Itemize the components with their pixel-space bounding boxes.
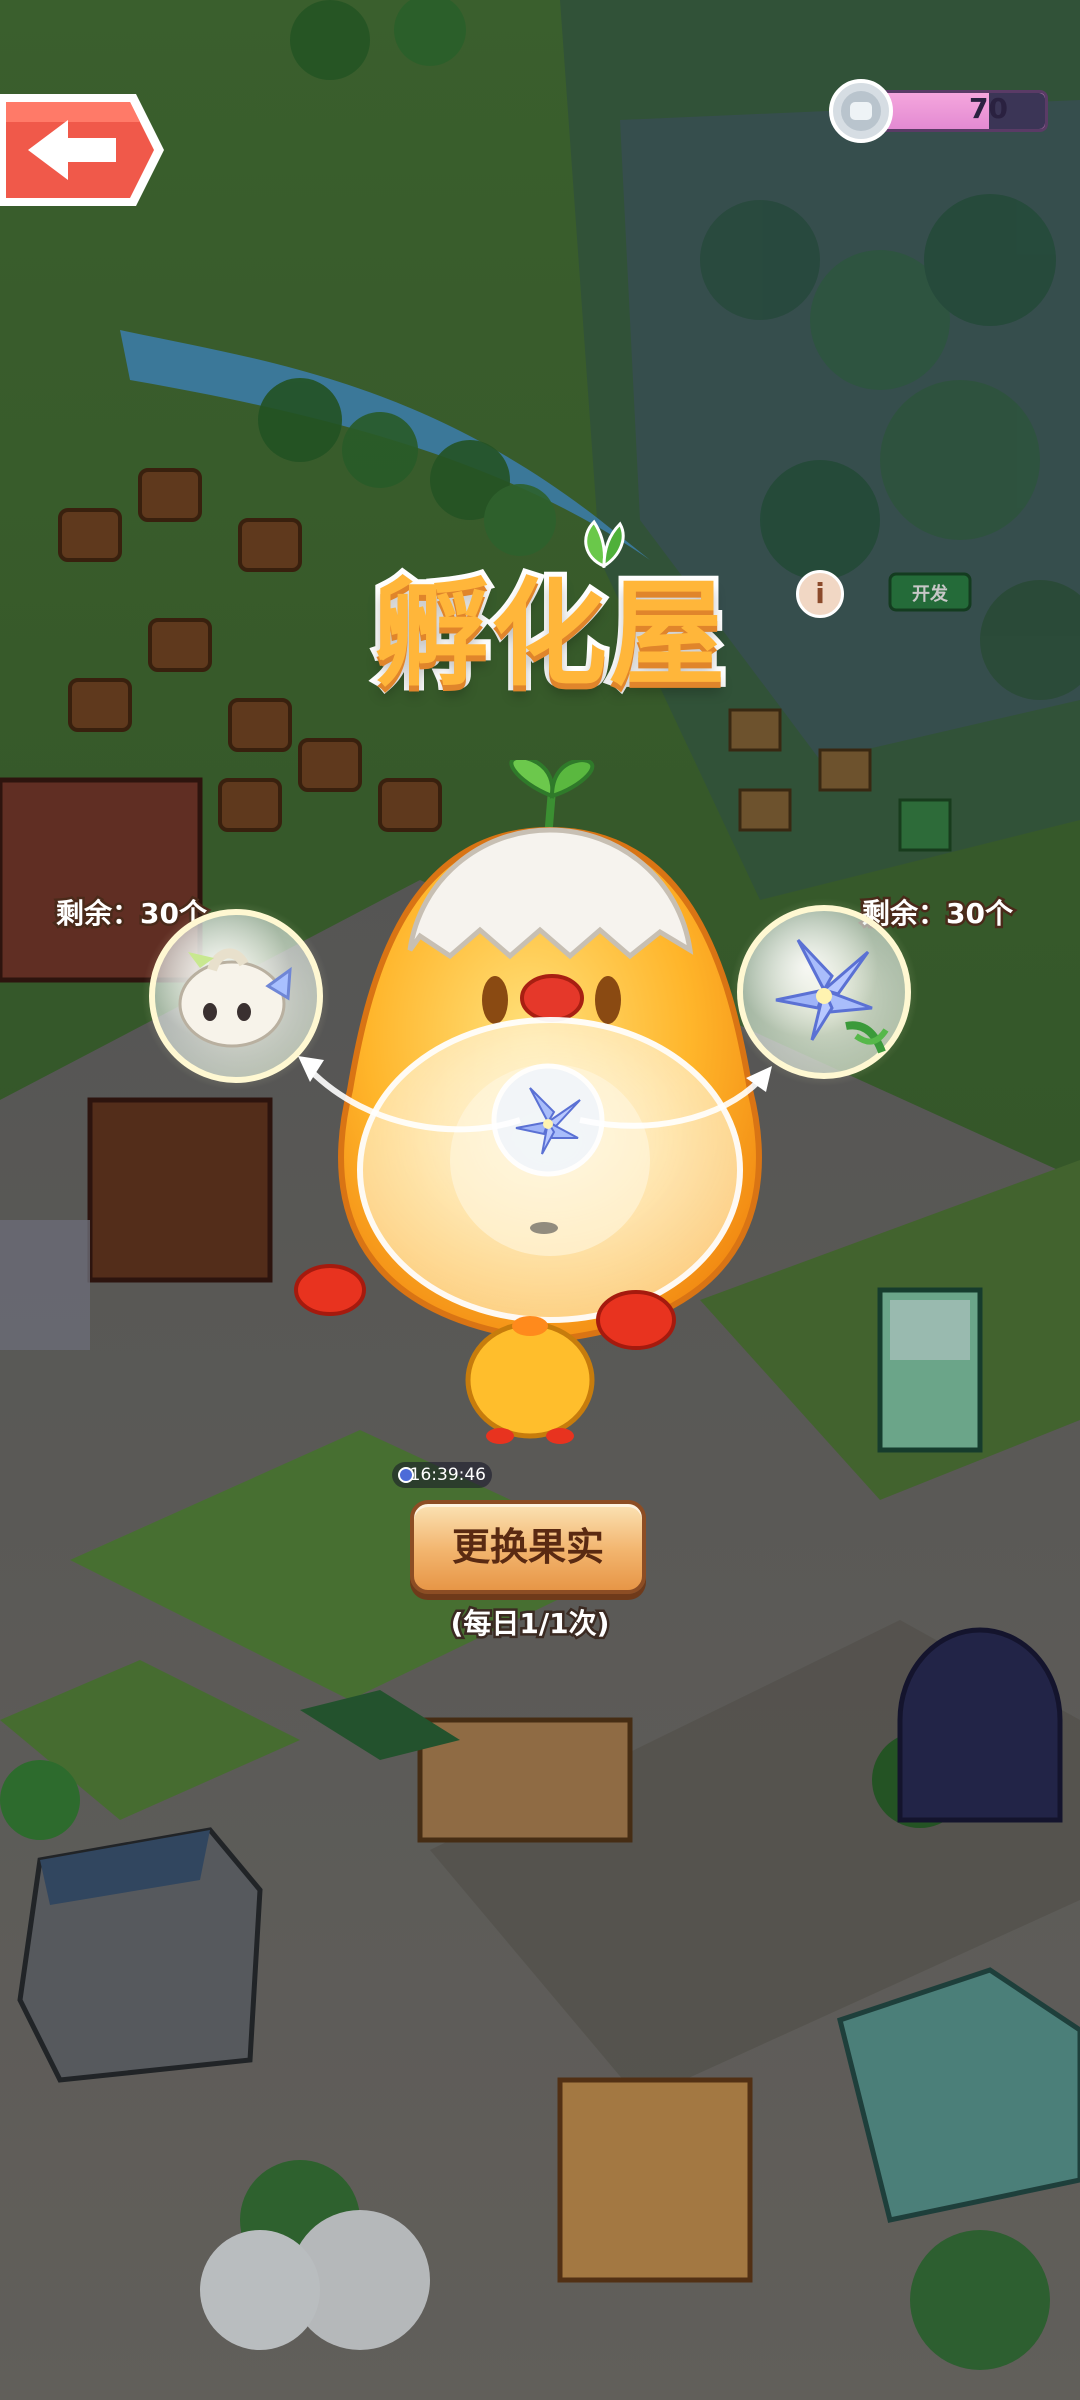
back-button[interactable] [0,88,170,212]
currency-amount: 70 [969,92,1008,125]
sign-dev-text: 开发 [912,583,949,605]
daily-limit-text: (每日1/1次) [448,1605,612,1643]
silver-coin-icon [829,79,893,143]
sprout-icon [509,760,595,839]
panel-title: 孵化屋 [320,519,780,720]
arrow-left-icon [0,94,164,206]
leaf-icon [584,519,625,568]
currency-display: 70 [828,78,1050,143]
hatcher-machine[interactable] [290,760,810,1450]
title-text: 孵化屋 [368,562,730,707]
info-icon[interactable]: i [796,570,844,618]
swap-fruit-button[interactable]: 更换果实 [410,1500,646,1594]
clock-icon [398,1467,414,1483]
